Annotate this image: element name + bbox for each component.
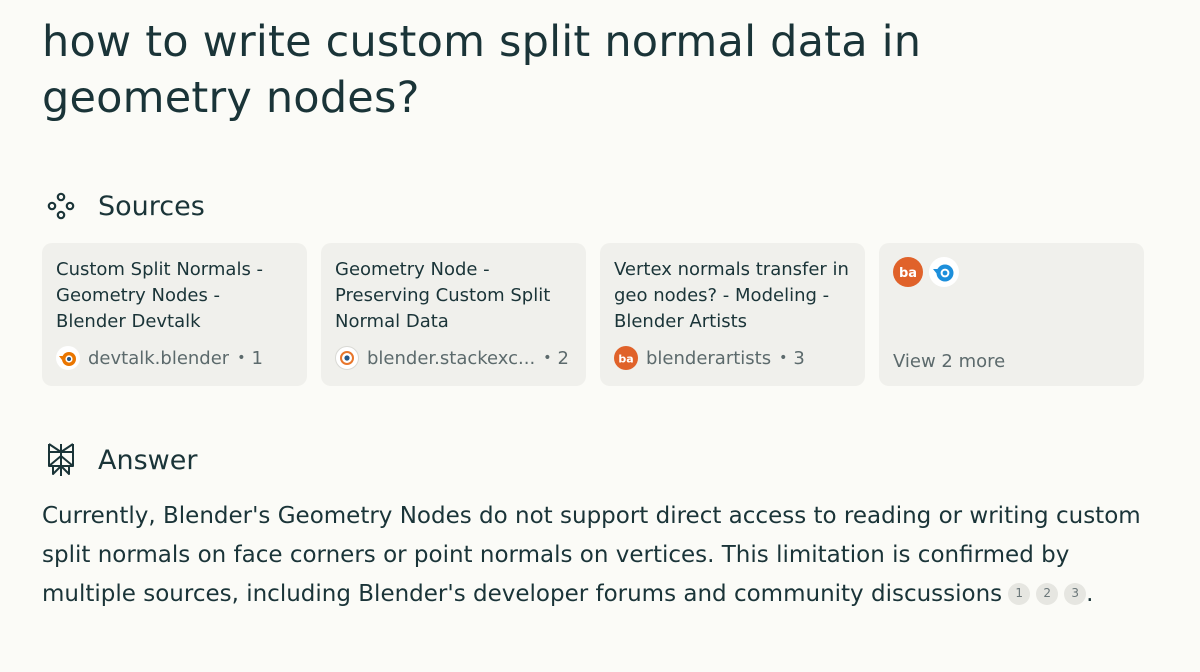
source-index: 3 [793, 347, 805, 369]
separator-dot: • [779, 350, 788, 366]
source-card-3[interactable]: Vertex normals transfer in geo nodes? - … [600, 243, 865, 386]
source-meta: devtalk.blender • 1 [56, 346, 295, 370]
blenderartists-icon: ba [614, 346, 638, 370]
source-title: Geometry Node - Preserving Custom Split … [335, 259, 551, 332]
page: how to write custom split normal data in… [0, 0, 1200, 672]
svg-text:ba: ba [899, 266, 917, 281]
stackexchange-blender-icon [335, 346, 359, 370]
sources-header: Sources [46, 188, 205, 224]
source-title: Vertex normals transfer in geo nodes? - … [614, 259, 849, 332]
citation-2[interactable]: 2 [1036, 582, 1059, 605]
blenderartists-icon: ba [893, 257, 923, 287]
separator-dot: • [543, 350, 552, 366]
perplexity-icon [46, 442, 76, 478]
source-card-1[interactable]: Custom Split Normals - Geometry Nodes - … [42, 243, 307, 386]
question-title: how to write custom split normal data in… [42, 17, 922, 123]
source-meta: blender.stackexc... • 2 [335, 346, 574, 370]
source-site: blenderartists [646, 347, 772, 369]
citation-3[interactable]: 3 [1064, 582, 1087, 605]
view-more-card[interactable]: ba View 2 more [879, 243, 1144, 386]
source-card-2[interactable]: Geometry Node - Preserving Custom Split … [321, 243, 586, 386]
source-index: 1 [251, 347, 263, 369]
sources-icon [46, 188, 76, 224]
source-index: 2 [557, 347, 569, 369]
blender-logo-icon [56, 346, 80, 370]
citation-1[interactable]: 1 [1008, 582, 1031, 605]
answer-body: Currently, Blender's Geometry Nodes do n… [42, 497, 1152, 614]
sources-list: Custom Split Normals - Geometry Nodes - … [42, 243, 1144, 386]
svg-text:ba: ba [618, 353, 633, 366]
source-title: Custom Split Normals - Geometry Nodes - … [56, 259, 264, 332]
source-meta: ba blenderartists • 3 [614, 346, 853, 370]
answer-label: Answer [98, 444, 198, 476]
answer-header: Answer [46, 442, 197, 478]
source-site: devtalk.blender [88, 347, 230, 369]
separator-dot: • [237, 350, 246, 366]
more-favicons: ba [893, 257, 1130, 287]
answer-text: Currently, Blender's Geometry Nodes do n… [42, 503, 1141, 607]
view-more-label: View 2 more [893, 351, 1006, 372]
sources-label: Sources [98, 190, 205, 222]
source-site: blender.stackexc... [367, 347, 536, 369]
answer-trailing: . [1086, 581, 1094, 607]
blender-blue-icon [929, 257, 959, 287]
